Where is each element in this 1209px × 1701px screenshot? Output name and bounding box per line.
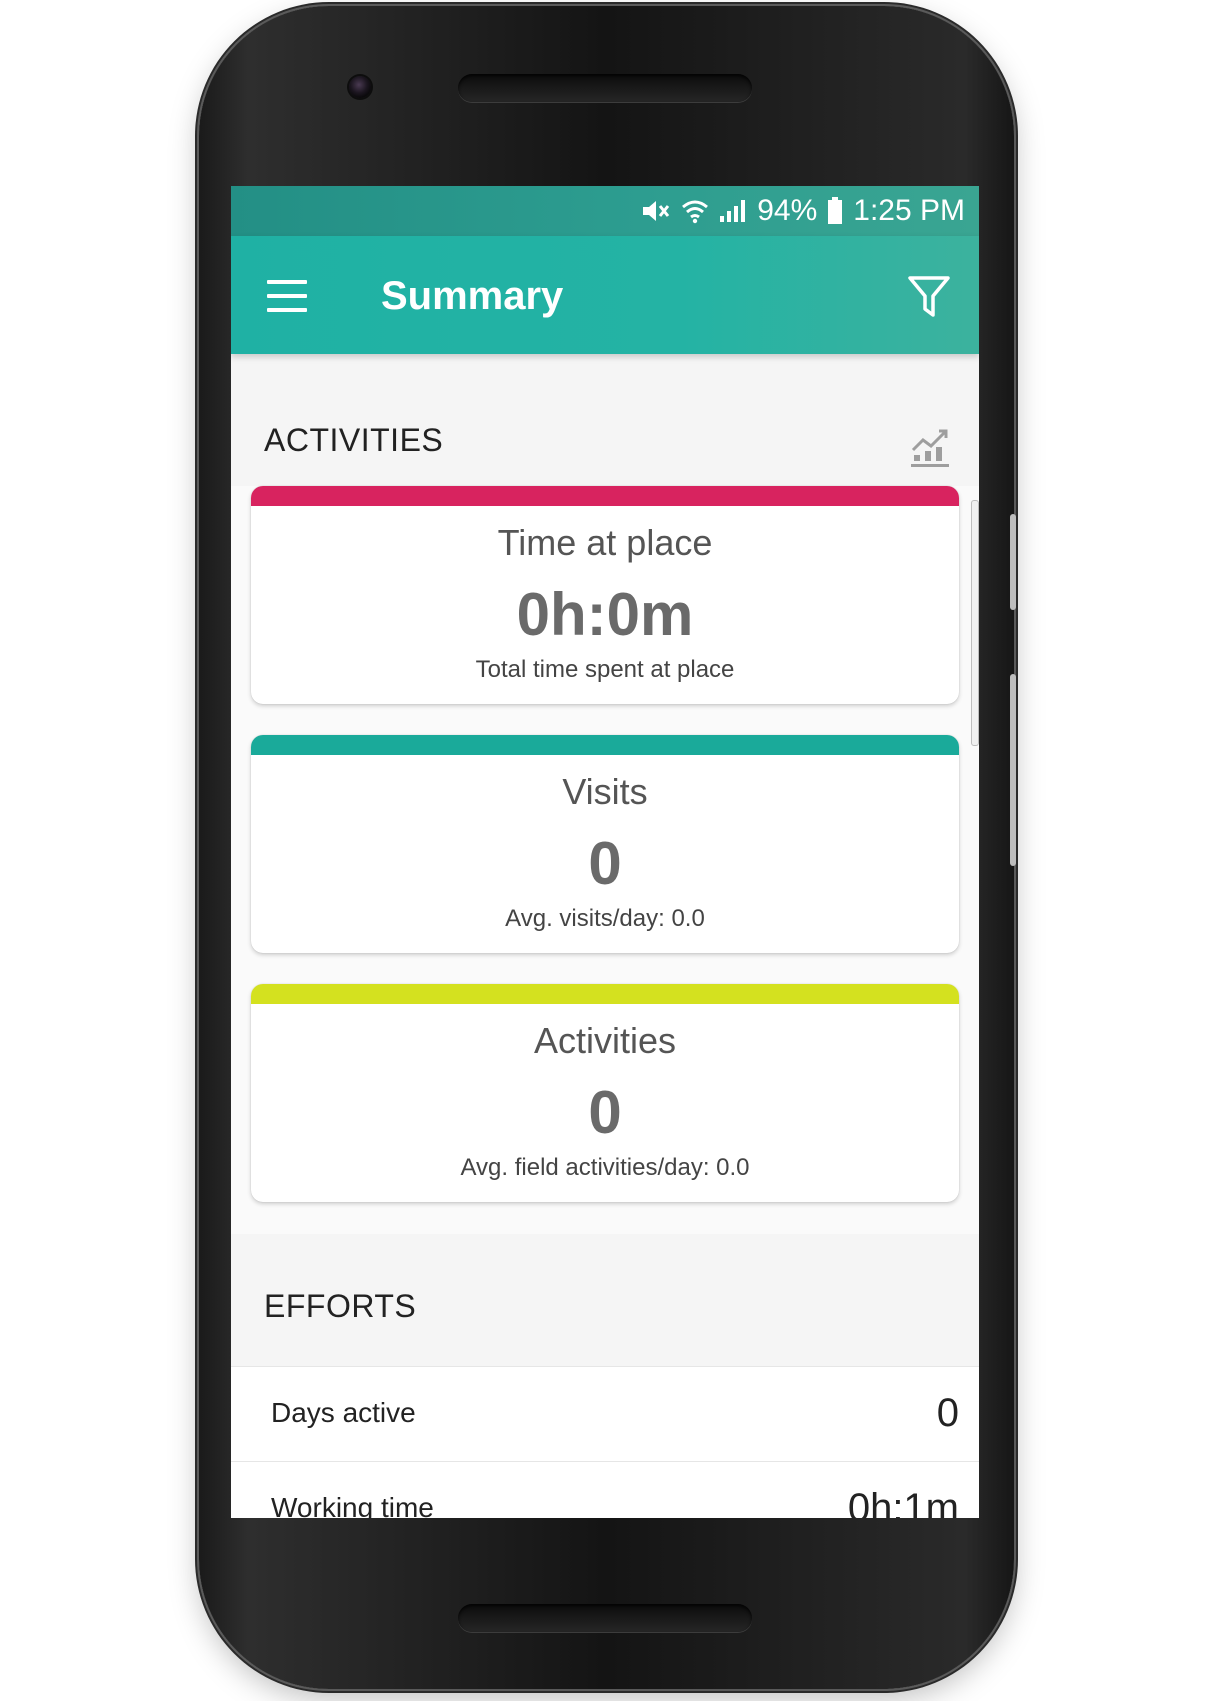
- time-at-place-card[interactable]: Time at place 0h:0m Total time spent at …: [251, 486, 959, 704]
- card-label: Time at place: [497, 522, 713, 563]
- page-title: Summary: [381, 274, 564, 318]
- card-label: Visits: [562, 771, 648, 812]
- card-value: 0h:0m: [516, 581, 694, 648]
- row-value: 0: [936, 1391, 959, 1435]
- battery-percent: 94%: [757, 194, 818, 227]
- list-item-working-time[interactable]: Working time 0h:1m: [231, 1461, 979, 1518]
- bottom-speaker: [458, 1604, 752, 1632]
- card-value: 0: [588, 830, 622, 897]
- chart-icon[interactable]: [909, 426, 951, 468]
- clock-time: 1:25 PM: [853, 194, 965, 227]
- activities-card[interactable]: Activities 0 Avg. field activities/day: …: [251, 984, 959, 1202]
- card-subtext: Avg. visits/day: 0.0: [505, 905, 705, 932]
- card-accent-stripe: [251, 486, 959, 506]
- card-accent-stripe: [251, 984, 959, 1004]
- efforts-header: EFFORTS: [231, 1234, 979, 1352]
- app-toolbar: Summary: [231, 236, 979, 354]
- power-button: [1010, 674, 1016, 866]
- status-bar: 94% 1:25 PM: [231, 186, 979, 236]
- mute-icon: [643, 201, 670, 221]
- volume-button: [1010, 514, 1016, 610]
- wifi-icon: [682, 200, 709, 224]
- scrollbar[interactable]: [971, 500, 979, 746]
- activities-cards: Time at place 0h:0m Total time spent at …: [231, 486, 979, 1234]
- top-speaker: [458, 74, 752, 102]
- battery-icon: [828, 197, 843, 224]
- list-item-days-active[interactable]: Days active 0: [231, 1366, 979, 1461]
- efforts-title: EFFORTS: [264, 1288, 417, 1324]
- row-value: 0h:1m: [847, 1486, 959, 1518]
- card-value: 0: [588, 1079, 622, 1146]
- card-subtext: Avg. field activities/day: 0.0: [460, 1154, 750, 1181]
- app-screen: 94% 1:25 PM Summary ACTIVITIES Time at p…: [231, 186, 979, 1518]
- row-label: Days active: [271, 1397, 416, 1428]
- menu-icon[interactable]: [267, 280, 307, 312]
- signal-icon: [720, 200, 746, 222]
- row-label: Working time: [271, 1492, 434, 1518]
- card-subtext: Total time spent at place: [475, 656, 735, 683]
- front-camera: [349, 76, 371, 98]
- visits-card[interactable]: Visits 0 Avg. visits/day: 0.0: [251, 735, 959, 953]
- activities-title: ACTIVITIES: [264, 422, 444, 458]
- card-accent-stripe: [251, 735, 959, 755]
- activities-header: ACTIVITIES: [231, 396, 979, 486]
- filter-icon[interactable]: [907, 274, 951, 320]
- card-label: Activities: [533, 1020, 677, 1061]
